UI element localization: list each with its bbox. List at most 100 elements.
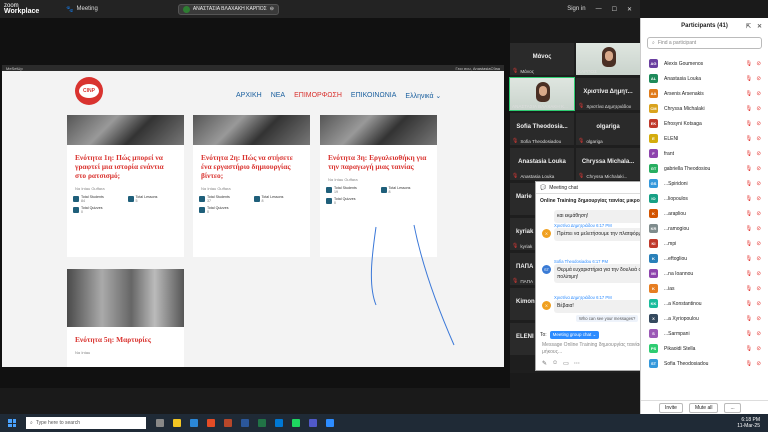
video-tile[interactable]: Sofia Theodosia... 🎙 Sofia Theodosiadou xyxy=(510,113,574,145)
site-logo[interactable]: CINP xyxy=(75,77,103,105)
participant-row[interactable]: AA Arsenis Arsenakis 🎙 ⊘ xyxy=(641,88,768,99)
video-off-icon[interactable]: ⊘ xyxy=(756,316,761,322)
mic-off-icon[interactable]: 🎙 xyxy=(745,76,752,82)
mic-off-icon[interactable]: 🎙 xyxy=(745,151,752,157)
mic-off-icon[interactable]: 🎙 xyxy=(745,211,752,217)
video-off-icon[interactable]: ⊘ xyxy=(756,271,761,277)
mute-all-button[interactable]: Mute all xyxy=(688,402,719,413)
mic-off-icon[interactable]: 🎙 xyxy=(745,256,752,262)
video-off-icon[interactable]: ⊘ xyxy=(756,91,761,97)
format-icon[interactable]: ✎ xyxy=(542,360,547,367)
maximize-icon[interactable]: ☐ xyxy=(612,6,617,13)
video-off-icon[interactable]: ⊘ xyxy=(756,226,761,232)
file-icon[interactable]: ▭ xyxy=(563,360,569,367)
video-off-icon[interactable]: ⊘ xyxy=(756,346,761,352)
mail-icon[interactable] xyxy=(275,419,283,427)
mic-off-icon[interactable]: 🎙 xyxy=(745,61,752,67)
close-icon[interactable]: ✕ xyxy=(627,6,632,13)
video-off-icon[interactable]: ⊘ xyxy=(756,166,761,172)
system-tray-clock[interactable]: 6:18 PM 11-Mar-25 xyxy=(737,417,760,429)
zoom-icon[interactable] xyxy=(326,419,334,427)
task-view-icon[interactable] xyxy=(156,419,164,427)
participant-row[interactable]: S ...Sarmpani 🎙 ⊘ xyxy=(641,328,768,339)
excel-icon[interactable] xyxy=(258,419,266,427)
video-off-icon[interactable]: ⊘ xyxy=(756,256,761,262)
participant-row[interactable]: GT gabriella Theodosiou 🎙 ⊘ xyxy=(641,163,768,174)
participant-row[interactable]: KI ...mpi 🎙 ⊘ xyxy=(641,238,768,249)
video-tile[interactable]: Chryssa Michala... 🎙 Chryssa Michalaki... xyxy=(576,148,640,180)
popout-icon[interactable]: ⇱ xyxy=(746,23,751,30)
more-button[interactable]: ... xyxy=(724,402,741,413)
video-off-icon[interactable]: ⊘ xyxy=(756,121,761,127)
video-off-icon[interactable]: ⊘ xyxy=(756,196,761,202)
spotify-icon[interactable] xyxy=(292,419,300,427)
video-off-icon[interactable]: ⊘ xyxy=(756,301,761,307)
chrome-icon[interactable] xyxy=(207,419,215,427)
video-tile[interactable]: olgariga 🎙 olgariga xyxy=(576,113,640,145)
mic-off-icon[interactable]: 🎙 xyxy=(745,91,752,97)
mic-off-icon[interactable]: 🎙 xyxy=(745,301,752,307)
course-card[interactable]: Ενότητα 5η: Μαρτυρίες Να Ιntau xyxy=(67,269,184,367)
video-off-icon[interactable]: ⊘ xyxy=(756,136,761,142)
close-icon[interactable]: ✕ xyxy=(757,23,762,30)
video-tile[interactable]: Μάνος 🎙 Μάνος xyxy=(510,43,574,75)
who-can-see-link[interactable]: Who can see your messages? xyxy=(576,315,639,322)
mic-off-icon[interactable]: 🎙 xyxy=(745,271,752,277)
teams-icon[interactable] xyxy=(309,419,317,427)
mic-off-icon[interactable]: 🎙 xyxy=(745,136,752,142)
video-off-icon[interactable]: ⊘ xyxy=(756,361,761,367)
course-title[interactable]: Ενότητα 5η: Μαρτυρίες xyxy=(67,327,184,344)
nav-news[interactable]: ΝΕΑ xyxy=(271,92,285,100)
mic-off-icon[interactable]: 🎙 xyxy=(745,316,752,322)
video-off-icon[interactable]: ⊘ xyxy=(756,286,761,292)
mic-off-icon[interactable]: 🎙 xyxy=(745,181,752,187)
mic-off-icon[interactable]: 🎙 xyxy=(745,286,752,292)
minimize-icon[interactable]: — xyxy=(596,6,602,12)
participant-row[interactable]: K ...eftogliou 🎙 ⊘ xyxy=(641,253,768,264)
course-card[interactable]: Ενότητα 3η: Εργαλειοθήκη για την παραγωγ… xyxy=(320,115,437,257)
mic-off-icon[interactable]: 🎙 xyxy=(745,121,752,127)
nav-language[interactable]: Ελληνικά ⌄ xyxy=(405,92,441,100)
sign-in-link[interactable]: Sign in xyxy=(567,6,585,12)
word-icon[interactable] xyxy=(241,419,249,427)
video-off-icon[interactable]: ⊘ xyxy=(756,211,761,217)
mic-off-icon[interactable]: 🎙 xyxy=(745,196,752,202)
mic-off-icon[interactable]: 🎙 xyxy=(745,361,752,367)
participant-row[interactable]: KR ...ramogiou 🎙 ⊘ xyxy=(641,223,768,234)
video-off-icon[interactable]: ⊘ xyxy=(756,106,761,112)
mic-off-icon[interactable]: 🎙 xyxy=(745,166,752,172)
mic-off-icon[interactable]: 🎙 xyxy=(745,106,752,112)
participant-row[interactable]: GS ...Spiridoni 🎙 ⊘ xyxy=(641,178,768,189)
nav-home[interactable]: ΑΡΧΙΚΗ xyxy=(236,92,262,100)
video-tile[interactable]: ΚΑΡΠΟΣ xyxy=(576,43,640,75)
course-card[interactable]: Ενότητα 1η: Πώς μπορεί να γραφτεί μια ισ… xyxy=(67,115,184,257)
invite-button[interactable]: Invite xyxy=(659,402,683,413)
participant-row[interactable]: K ...ias 🎙 ⊘ xyxy=(641,283,768,294)
mic-off-icon[interactable]: 🎙 xyxy=(745,346,752,352)
video-off-icon[interactable]: ⊘ xyxy=(756,76,761,82)
windows-start-icon[interactable] xyxy=(8,419,16,427)
recipient-select[interactable]: Meeting group chat ⌄ xyxy=(549,331,600,339)
participant-row[interactable]: CM Chryssa Michalaki 🎙 ⊘ xyxy=(641,103,768,114)
participant-row[interactable]: X ...a Xyriopoulou 🎙 ⊘ xyxy=(641,313,768,324)
nav-contact[interactable]: ΕΠΙΚΟΙΝΩΝΙΑ xyxy=(351,92,396,100)
video-tile[interactable]: Anastasia Louka 🎙 Anastasia Louka xyxy=(510,148,574,180)
participant-row[interactable]: MI ...na Ioannou 🎙 ⊘ xyxy=(641,268,768,279)
edge-icon[interactable] xyxy=(190,419,198,427)
screen-share-badge[interactable]: ΑΝΑΣΤΑΣΙΑ ΒΛΑΧΑΚΗ ΚΑΡΠΟΣ ⊖ xyxy=(177,3,279,15)
course-title[interactable]: Ενότητα 3η: Εργαλειοθήκη για την παραγωγ… xyxy=(320,145,437,171)
video-off-icon[interactable]: ⊘ xyxy=(756,331,761,337)
participant-row[interactable]: EK Efrosyni Kotsaga 🎙 ⊘ xyxy=(641,118,768,129)
file-explorer-icon[interactable] xyxy=(173,419,181,427)
participant-row[interactable]: AG Alexis Goumenos 🎙 ⊘ xyxy=(641,58,768,69)
mic-off-icon[interactable]: 🎙 xyxy=(745,331,752,337)
participant-row[interactable]: KK ...a Konstantinou 🎙 ⊘ xyxy=(641,298,768,309)
participant-row[interactable]: AL Anastasia Louka 🎙 ⊘ xyxy=(641,73,768,84)
video-tile[interactable]: Χριστίνα Δημητ... 🎙 Χριστίνα Δημητριάδου xyxy=(576,78,640,110)
taskbar-search-input[interactable]: ⌕ Type here to search xyxy=(26,417,146,429)
participant-row[interactable]: IO ...liopoulos 🎙 ⊘ xyxy=(641,193,768,204)
mic-off-icon[interactable]: 🎙 xyxy=(745,226,752,232)
video-tile-active-speaker[interactable]: ΑΝΑΣΤΑΣΙΑ ΒΛΑΧΑΚΗ Κ... xyxy=(509,77,575,111)
participant-row[interactable]: PS Pikaoidi Stella 🎙 ⊘ xyxy=(641,343,768,354)
more-icon[interactable]: ⋯ xyxy=(574,360,580,367)
